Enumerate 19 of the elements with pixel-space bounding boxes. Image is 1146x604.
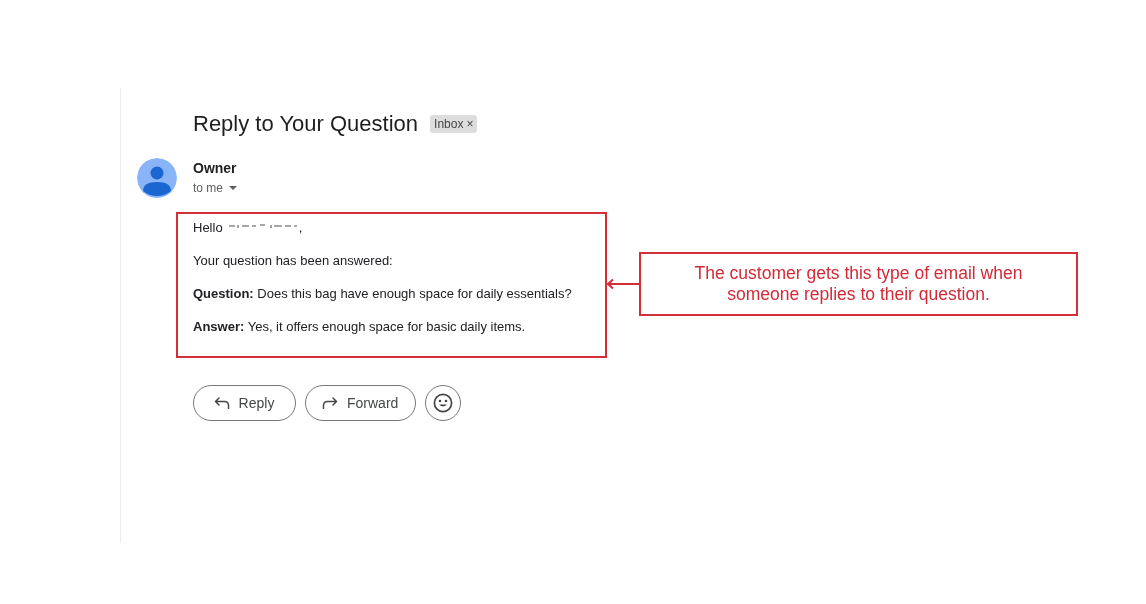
forward-button[interactable]: Forward	[305, 385, 417, 421]
email-subject: Reply to Your Question	[193, 110, 419, 138]
greeting-text: Hello	[193, 220, 223, 236]
reply-button[interactable]: Reply	[193, 385, 296, 421]
reply-arrow-icon	[213, 397, 230, 409]
qa-line: Answer: Yes, it offers enough space for basic daily items.	[193, 319, 527, 335]
label-text: Inbox	[434, 116, 464, 133]
sender-name: Owner	[193, 160, 237, 177]
annotation-text: The customer gets this type of email when someone replies to their question.	[693, 263, 1024, 305]
recipient-dropdown[interactable]: to me	[193, 180, 237, 196]
smiley-icon	[433, 393, 454, 413]
remove-label-button[interactable]: ×	[466, 115, 474, 133]
person-avatar-icon	[137, 158, 177, 198]
intro-text: Your question has been answered:	[193, 253, 394, 269]
qa-line: Question: Does this bag have enough space for daily essentials?	[193, 286, 573, 302]
caret-icon	[229, 186, 237, 190]
emoji-reaction-button[interactable]	[425, 385, 462, 421]
forward-arrow-icon	[322, 397, 338, 409]
greeting-punctuation: ,	[298, 220, 303, 236]
